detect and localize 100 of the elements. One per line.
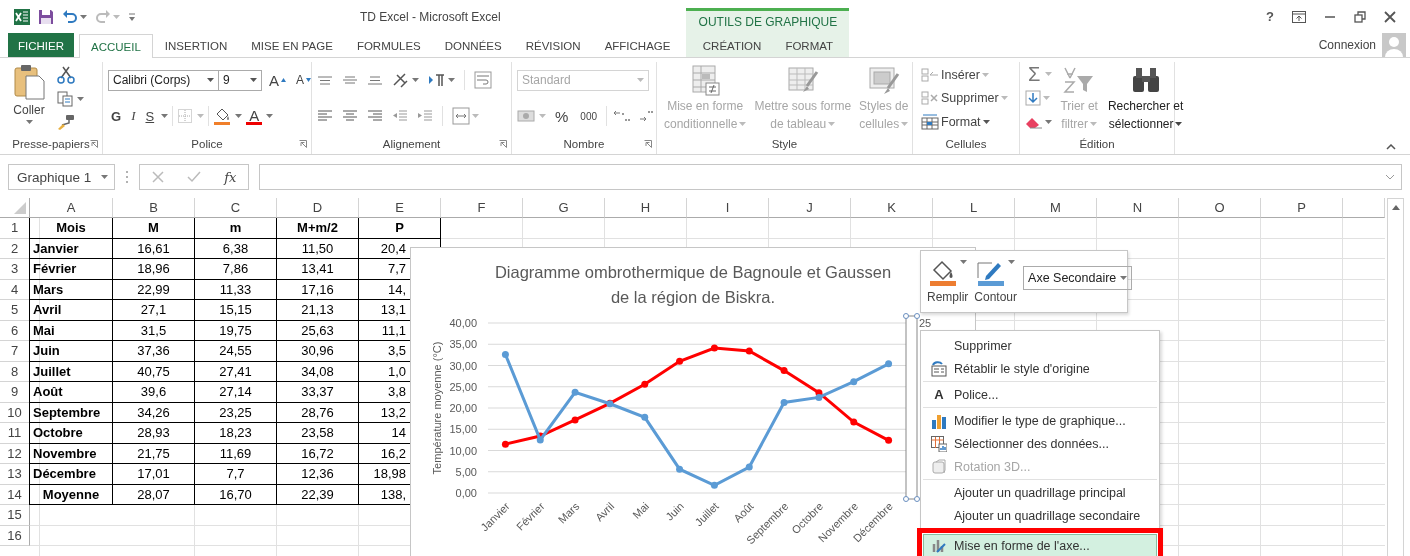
paste-button[interactable]: Coller [5, 62, 53, 134]
ribbon-tab[interactable]: FICHIER [8, 33, 74, 57]
table-cell: Avril [29, 300, 113, 321]
ribbon-tab[interactable]: CRÉATION [690, 33, 774, 57]
outline-button[interactable]: Contour [974, 259, 1018, 304]
align-left-icon [317, 108, 333, 124]
menu-item[interactable]: Supprimer [923, 334, 1157, 357]
column-header[interactable]: H [605, 198, 687, 218]
table-cell: 13,41 [277, 259, 359, 280]
menu-item[interactable]: Ajouter un quadrillage principal [923, 481, 1157, 504]
element-dropdown[interactable]: Axe Secondaire [1023, 265, 1133, 290]
dialog-launcher-icon [644, 140, 652, 148]
ribbon-tab[interactable]: MISE EN PAGE [239, 33, 345, 57]
group-label: Alignement [382, 138, 441, 150]
help-button[interactable]: ? [1266, 9, 1274, 24]
expand-icon [1385, 174, 1395, 180]
table-cell: 16,72 [277, 443, 359, 464]
ribbon-tab[interactable]: ACCUEIL [79, 34, 153, 58]
column-header[interactable]: N [1097, 198, 1179, 218]
ribbon-tab[interactable]: INSERTION [152, 33, 240, 57]
data-point [641, 380, 649, 388]
group-label: Édition [1079, 138, 1115, 150]
column-header[interactable]: M [1015, 198, 1097, 218]
cells-button[interactable]: Format [918, 110, 1011, 133]
menu-item[interactable]: Rétablir le style d'origine [923, 357, 1157, 380]
merge-icon [452, 107, 470, 125]
cell-style-icon [867, 64, 900, 96]
font-color-button[interactable]: A [246, 107, 263, 125]
ribbon-tab[interactable]: FORMULES [344, 33, 433, 57]
ribbon-tab[interactable]: DONNÉES [432, 33, 514, 57]
percent-button[interactable]: % [552, 105, 572, 127]
row-header[interactable]: 16 [0, 525, 30, 546]
thousands-button[interactable]: 000 [577, 105, 601, 127]
ribbon-tab[interactable]: RÉVISION [513, 33, 593, 57]
select-all-button[interactable] [0, 198, 30, 218]
ribbon-tab[interactable]: AFFICHAGE [592, 33, 683, 57]
caret-icon [235, 114, 243, 118]
insert-function-button[interactable]: fx [224, 169, 237, 185]
autosum-button[interactable]: Σ [1025, 63, 1044, 85]
shrink-font-button[interactable]: A [293, 69, 315, 91]
column-header[interactable]: B [113, 198, 195, 218]
table-cell: 7,7 [195, 464, 277, 485]
row-header[interactable]: 15 [0, 505, 30, 526]
table-cell: 19,75 [195, 320, 277, 341]
axis-tick-label: 30,00 [449, 359, 477, 372]
caret-icon [412, 78, 419, 82]
column-header[interactable] [1343, 198, 1385, 218]
scrollbar[interactable] [1387, 198, 1404, 556]
column-header[interactable]: A [30, 198, 113, 218]
account-link[interactable]: Connexion [1318, 38, 1376, 52]
table-cell: 27,1 [113, 300, 195, 321]
table-cell: 11,50 [277, 238, 359, 259]
data-point [780, 399, 788, 406]
axis-tick-label: 40,00 [449, 317, 477, 329]
column-header[interactable]: D [277, 198, 359, 218]
menu-item[interactable]: Modifier le type de graphique... [923, 409, 1157, 432]
column-header[interactable]: F [441, 198, 523, 218]
menu-item[interactable]: A Police... [923, 383, 1157, 406]
fill-button[interactable]: Remplir [927, 259, 969, 304]
table-cell: 6,38 [195, 238, 277, 259]
column-header[interactable]: C [195, 198, 277, 218]
column-header[interactable]: L [933, 198, 1015, 218]
column-header[interactable]: E [359, 198, 441, 218]
caret-icon [1045, 72, 1053, 76]
caret-icon [77, 97, 84, 101]
underline-button[interactable]: S [142, 105, 158, 127]
caret-icon [960, 259, 968, 264]
grip-icon [125, 170, 129, 184]
column-header[interactable]: I [687, 198, 769, 218]
menu-item[interactable]: Ajouter un quadrillage secondaire [923, 504, 1157, 527]
table-cell: 11,33 [195, 279, 277, 300]
font-name-field[interactable]: Calibri (Corps) [108, 69, 219, 91]
name-box[interactable]: Graphique 1 [8, 164, 115, 190]
bold-button[interactable]: G [108, 105, 125, 127]
column-header[interactable]: G [523, 198, 605, 218]
table-cell: Juillet [29, 361, 113, 382]
dialog-launcher-icon [90, 140, 98, 148]
ribbon-tab[interactable]: FORMAT [773, 33, 846, 57]
table-cell: 11,69 [195, 443, 277, 464]
column-header[interactable]: P [1261, 198, 1343, 218]
formula-input[interactable] [259, 164, 1402, 190]
column-header[interactable]: J [769, 198, 851, 218]
table-cell: 21,13 [277, 300, 359, 321]
table-cell: Février [29, 259, 113, 280]
table-cell: 18,23 [195, 423, 277, 444]
column-header[interactable]: O [1179, 198, 1261, 218]
axis-tick-label: 35,00 [449, 338, 477, 351]
grow-font-button[interactable]: A [266, 69, 289, 91]
editing-button[interactable]: Rechercher et sélectionner [1105, 62, 1186, 134]
delete-cells-icon [921, 90, 939, 106]
font-size-field[interactable]: 9 [218, 69, 262, 91]
column-header[interactable]: K [851, 198, 933, 218]
axis-selection[interactable] [903, 313, 920, 502]
table-cell: 23,58 [277, 423, 359, 444]
menu-item[interactable]: Sélectionner des données... [923, 432, 1157, 455]
table-cell: Juin [29, 341, 113, 362]
table-cell: 31,5 [113, 320, 195, 341]
table-cell: 28,07 [113, 484, 195, 505]
table-cell: Mai [29, 320, 113, 341]
italic-button[interactable]: I [128, 105, 139, 127]
